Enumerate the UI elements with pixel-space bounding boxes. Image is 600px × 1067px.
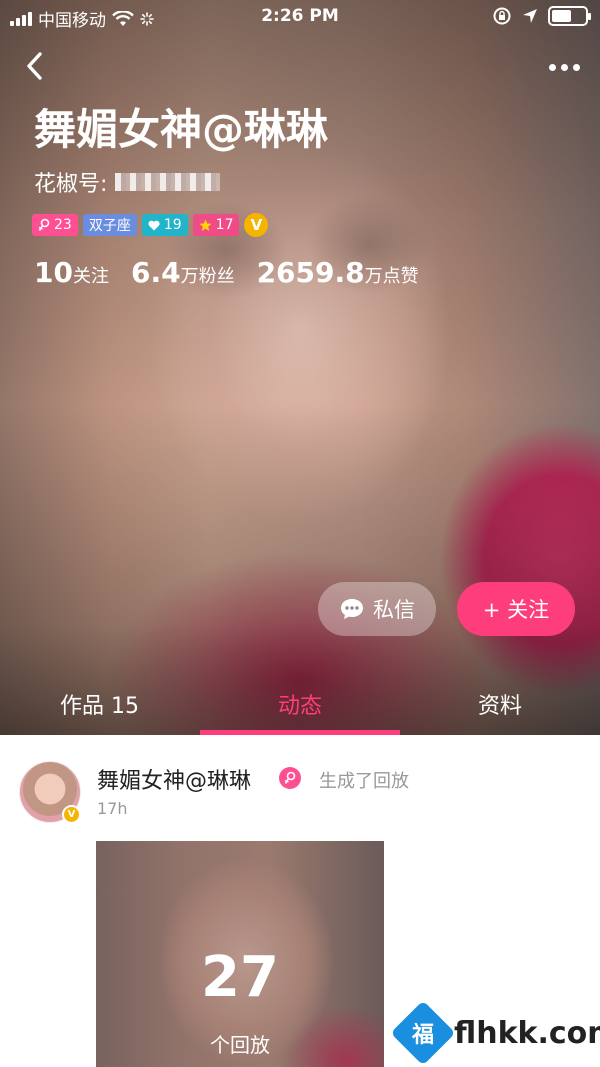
replay-label: 个回放 <box>210 1033 270 1057</box>
heart-level-value: 19 <box>163 217 182 233</box>
replay-count: 27 <box>201 945 279 1010</box>
message-button[interactable]: 私信 <box>318 582 436 636</box>
female-icon <box>284 771 296 784</box>
rotation-lock-icon <box>493 7 511 25</box>
verified-badge: V <box>244 213 269 237</box>
tab-profile[interactable]: 资料 <box>478 688 522 720</box>
following-label[interactable]: 关注 <box>73 262 109 288</box>
avatar-verified-badge: V <box>62 805 81 824</box>
heart-level-badge: 19 <box>141 214 188 236</box>
site-watermark: 福 flhkk.com <box>390 1000 600 1066</box>
gender-level-badge: 23 <box>32 214 78 236</box>
more-dots-icon <box>548 63 556 71</box>
post-author[interactable]: 舞媚女神@琳琳 <box>97 763 251 795</box>
fans-label[interactable]: 万粉丝 <box>181 262 235 288</box>
watermark-logo-char: 福 <box>411 1022 435 1048</box>
post-gender-icon <box>279 767 301 789</box>
stats-row: 10 关注 6.4 万粉丝 2659.8 万点赞 <box>34 256 441 289</box>
status-right <box>492 6 591 26</box>
zodiac-badge: 双子座 <box>82 214 137 236</box>
badge-row: 23 双子座 19 17 V <box>32 213 269 237</box>
profile-tabs: 作品 15 动态 资料 <box>0 670 600 735</box>
watermark-text: flhkk.com <box>454 1015 600 1051</box>
fans-count[interactable]: 6.4 <box>131 256 181 289</box>
account-id-label: 花椒号: <box>34 172 108 197</box>
post-time: 17h <box>97 799 128 818</box>
more-button[interactable] <box>544 52 584 82</box>
replay-thumbnail[interactable]: 27 个回放 <box>96 841 384 1067</box>
more-dot <box>572 63 580 71</box>
heart-icon <box>148 220 160 230</box>
back-button[interactable] <box>18 48 54 84</box>
profile-name: 舞媚女神@琳琳 <box>34 105 329 154</box>
follow-button[interactable]: + 关注 <box>457 582 575 636</box>
battery-fill <box>552 10 572 22</box>
female-icon <box>38 218 50 231</box>
more-dot <box>560 63 568 71</box>
gender-level-value: 23 <box>54 217 72 233</box>
status-bar: 中国移动 2:26 PM <box>0 0 600 34</box>
star-icon <box>199 219 212 231</box>
watermark-logo: 福 <box>390 1000 456 1066</box>
account-id-redacted <box>115 173 221 191</box>
star-level-badge: 17 <box>192 214 240 236</box>
location-arrow-icon <box>523 9 537 23</box>
following-count[interactable]: 10 <box>34 256 73 289</box>
chevron-left-icon <box>27 52 42 80</box>
follow-button-label: + 关注 <box>482 598 550 622</box>
likes-label: 万点赞 <box>364 266 419 287</box>
message-button-label: 私信 <box>373 598 415 622</box>
chat-bubble-icon <box>341 599 363 619</box>
battery-icon <box>548 6 591 26</box>
post-action: 生成了回放 <box>319 771 409 792</box>
account-id-row: 花椒号: <box>34 166 221 198</box>
likes-count: 2659.8 <box>256 256 365 289</box>
star-level-value: 17 <box>215 217 234 233</box>
